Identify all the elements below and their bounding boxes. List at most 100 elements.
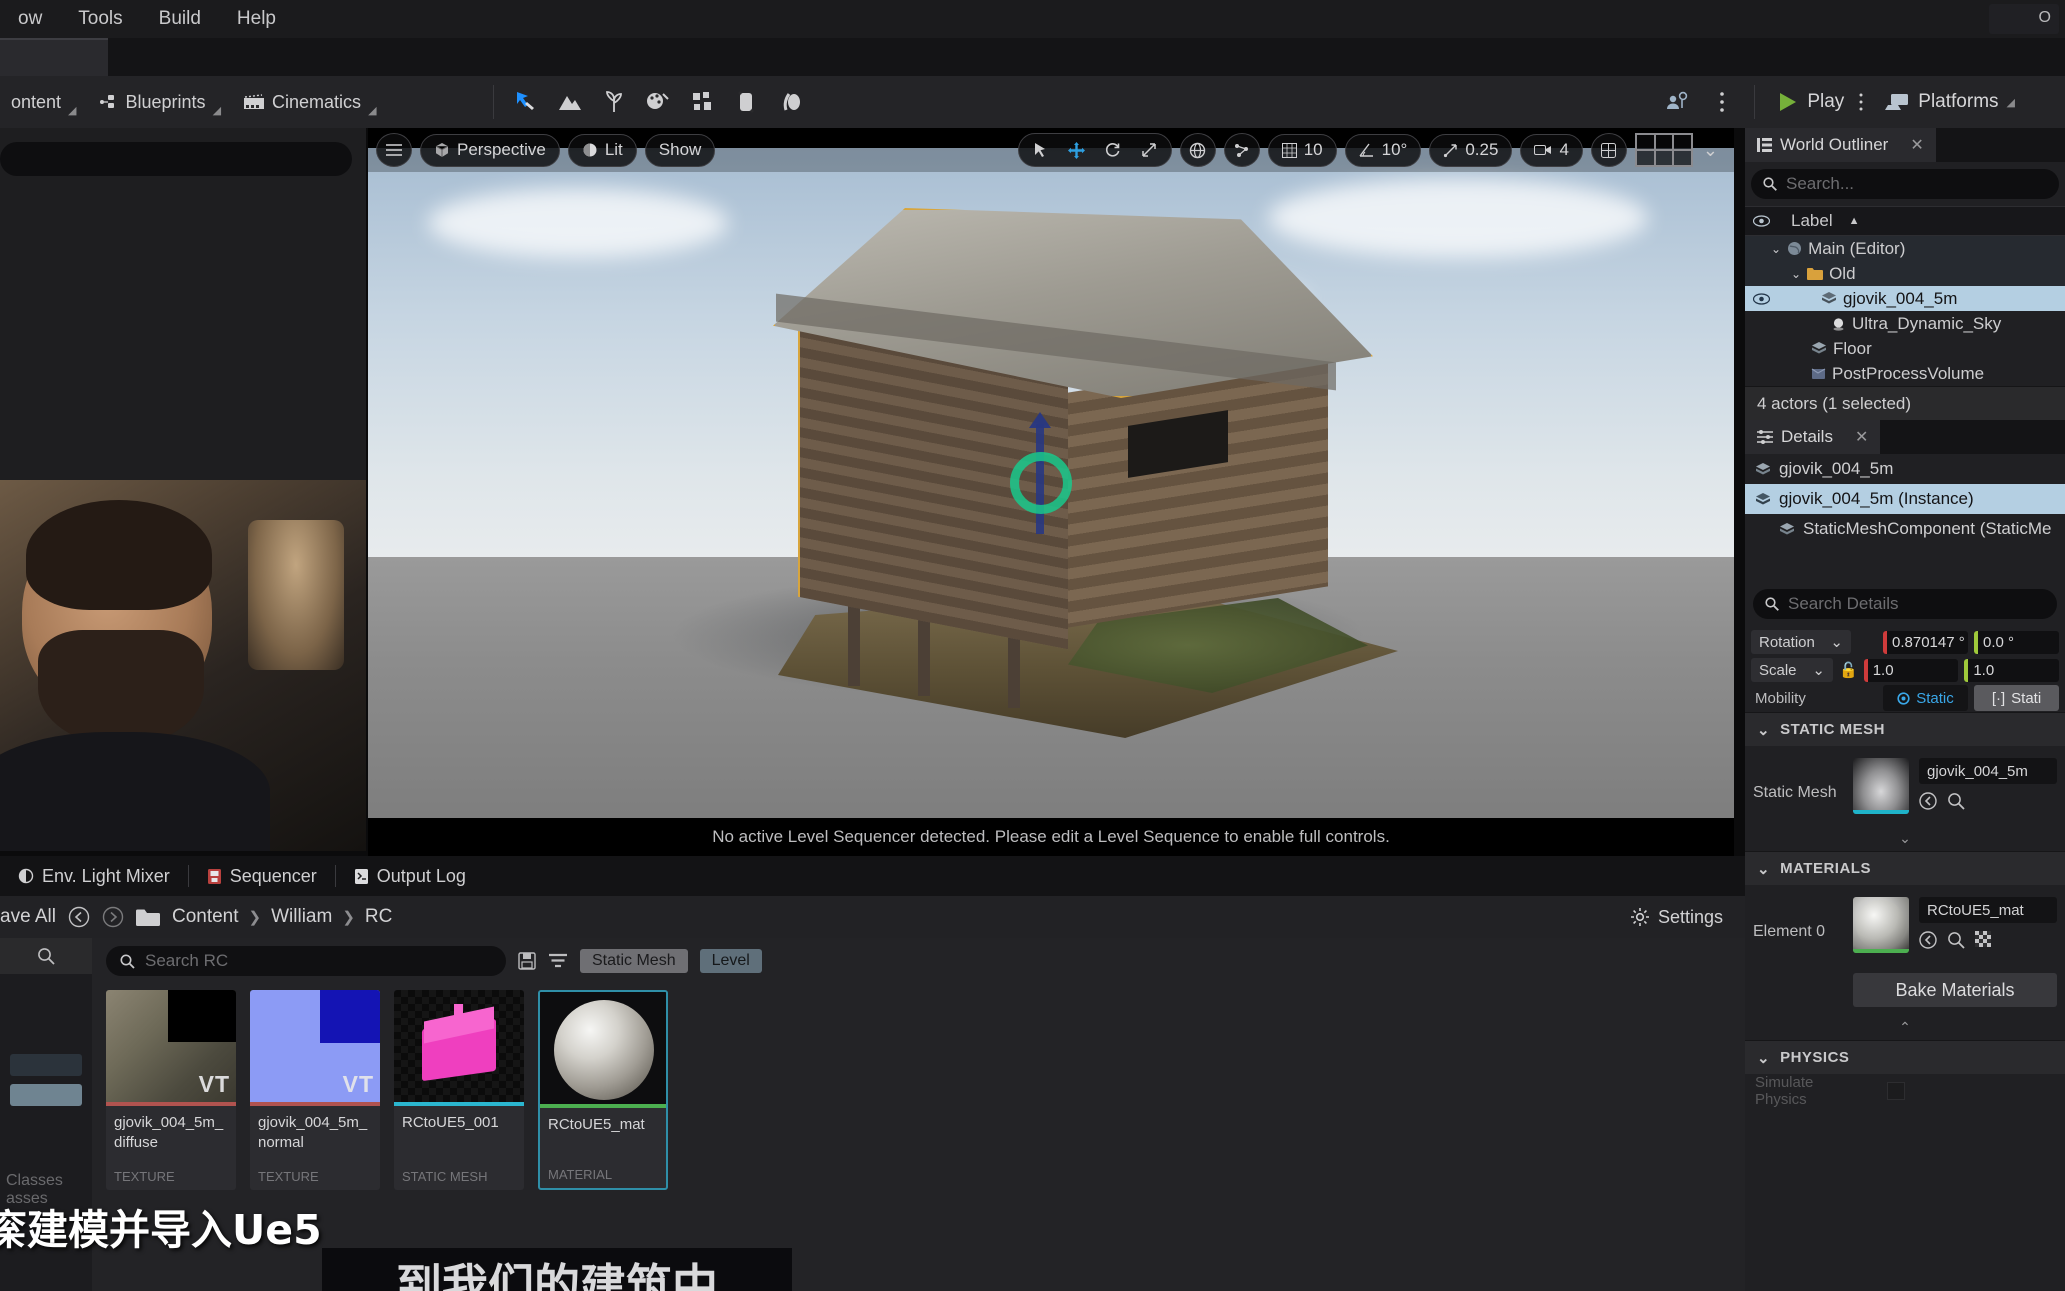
play-button[interactable]: Play [1765, 90, 1874, 114]
materials-collapse-icon[interactable]: ⌃ [1745, 1015, 2065, 1040]
outliner-row-ultra-dynamic-sky[interactable]: Ultra_Dynamic_Sky [1745, 311, 2065, 336]
angle-snap-value[interactable]: 10° [1344, 133, 1422, 167]
filter-chip-static-mesh[interactable]: Static Mesh [580, 949, 688, 973]
sidebar-search-icon[interactable] [0, 938, 92, 974]
scale-x-field[interactable]: 1.0 [1863, 658, 1959, 682]
toolbar-blueprints-button[interactable]: Blueprints ◢ [88, 83, 233, 121]
play-options-icon[interactable] [1858, 92, 1864, 112]
scale-tool-icon[interactable] [1133, 136, 1165, 164]
section-materials[interactable]: ⌄ MATERIALS [1745, 851, 2065, 885]
scale-dropdown[interactable]: Scale ⌄ [1751, 658, 1833, 682]
content-browser-search-input[interactable]: Search RC [106, 946, 506, 976]
sidebar-tree-row[interactable] [10, 1054, 82, 1076]
camera-speed-value[interactable]: 4 [1520, 133, 1583, 167]
select-tool-icon[interactable] [1025, 136, 1057, 164]
save-all-button[interactable]: ave All [0, 906, 56, 928]
show-flags-dropdown[interactable]: Show [644, 133, 716, 167]
status-sequencer[interactable]: Sequencer [189, 866, 335, 887]
menu-item-tools[interactable]: Tools [60, 0, 140, 38]
checker-icon[interactable] [1975, 931, 1991, 949]
maximize-icon[interactable] [1634, 133, 1693, 167]
filter-icon[interactable] [548, 952, 568, 970]
section-static-mesh[interactable]: ⌄ STATIC MESH [1745, 712, 2065, 746]
simulate-physics-checkbox[interactable] [1887, 1082, 1905, 1100]
breadcrumb-rc[interactable]: RC [365, 906, 392, 928]
asset-tile-diffuse[interactable]: VT gjovik_004_5m_ diffuse TEXTURE [106, 990, 236, 1190]
details-tree-instance[interactable]: gjovik_004_5m (Instance) [1745, 484, 2065, 514]
move-tool-icon[interactable] [1061, 136, 1093, 164]
select-mode-icon[interactable] [504, 80, 548, 124]
surface-snap-icon[interactable] [1223, 133, 1260, 167]
menu-item-build[interactable]: Build [141, 0, 219, 38]
status-output-log[interactable]: Output Log [336, 866, 484, 887]
material-asset-name[interactable]: RCtoUE5_mat [1919, 897, 2057, 923]
multi-user-icon[interactable] [1656, 80, 1700, 124]
unlock-icon[interactable]: 🔓 [1839, 661, 1858, 679]
overflow-menu-icon[interactable] [1700, 80, 1744, 124]
toolbar-cinematics-button[interactable]: Cinematics ◢ [232, 83, 388, 121]
tab-level-editor[interactable] [0, 38, 108, 76]
close-icon[interactable]: ✕ [1910, 135, 1923, 155]
browse-back-icon[interactable] [1919, 931, 1937, 949]
rotate-tool-icon[interactable] [1097, 136, 1129, 164]
details-tree-component[interactable]: StaticMeshComponent (StaticMe [1745, 514, 2065, 544]
search-icon[interactable] [1947, 931, 1965, 949]
outliner-row-old-folder[interactable]: ⌄ Old [1745, 261, 2065, 286]
status-env-light-mixer[interactable]: Env. Light Mixer [0, 866, 188, 887]
landscape-mode-icon[interactable] [548, 80, 592, 124]
filter-chip-level[interactable]: Level [699, 949, 762, 973]
asset-tile-rctoue5-001[interactable]: RCtoUE5_001 STATIC MESH [394, 990, 524, 1190]
sort-ascending-icon[interactable]: ▲ [1849, 215, 1860, 227]
platforms-button[interactable]: Platforms ◢ [1874, 91, 2025, 113]
scale-snap-value[interactable]: 0.25 [1429, 133, 1513, 167]
outliner-row-floor[interactable]: Floor [1745, 336, 2065, 361]
static-mesh-expand-more-icon[interactable]: ⌄ [1745, 826, 2065, 851]
mobility-static-button[interactable]: Static [1883, 685, 1968, 711]
fracture-mode-icon[interactable] [680, 80, 724, 124]
mobility-stationary-button[interactable]: [·] Stati [1974, 685, 2059, 711]
breadcrumb-william[interactable]: William [271, 906, 332, 928]
tab-details[interactable]: Details ✕ [1745, 420, 1881, 454]
animation-mode-icon[interactable] [768, 80, 812, 124]
section-physics[interactable]: ⌄ PHYSICS [1745, 1040, 2065, 1074]
asset-tile-normal[interactable]: VT gjovik_004_5m_ normal TEXTURE [250, 990, 380, 1190]
bake-materials-button[interactable]: Bake Materials [1853, 973, 2057, 1007]
material-sphere-thumbnail[interactable] [1853, 897, 1909, 953]
transform-gizmo-ring[interactable] [1010, 452, 1072, 514]
foliage-mode-icon[interactable] [592, 80, 636, 124]
details-search-input[interactable]: Search Details [1753, 589, 2057, 619]
search-icon[interactable] [1947, 792, 1965, 810]
outliner-row-main-editor[interactable]: ⌄ Main (Editor) [1745, 236, 2065, 261]
outliner-row-gjovik[interactable]: gjovik_004_5m [1745, 286, 2065, 311]
level-viewport[interactable]: Perspective Lit Show 10 10° 0.25 4 ⌄ No … [368, 128, 1734, 856]
rotation-y-field[interactable]: 0.0 ° [1974, 630, 2059, 654]
tab-world-outliner[interactable]: World Outliner ✕ [1745, 128, 1936, 162]
content-browser-settings-button[interactable]: Settings [1630, 907, 1723, 928]
expand-chevron-icon[interactable]: ⌄ [1771, 242, 1781, 256]
eye-icon[interactable] [1753, 292, 1775, 305]
menu-item-help[interactable]: Help [219, 0, 294, 38]
nav-back-icon[interactable] [68, 906, 90, 928]
brush-edit-icon[interactable] [724, 80, 768, 124]
window-control-button[interactable]: O [1989, 4, 2059, 34]
details-tree-actor[interactable]: gjovik_004_5m [1745, 454, 2065, 484]
save-icon[interactable] [518, 952, 536, 970]
viewport-layout-icon[interactable] [1590, 133, 1627, 167]
world-coordinate-icon[interactable] [1179, 133, 1216, 167]
close-icon[interactable]: ✕ [1855, 427, 1868, 447]
gjovik-house-mesh[interactable] [768, 188, 1398, 738]
menu-item-window[interactable]: ow [0, 0, 60, 38]
chevron-down-icon[interactable]: ⌄ [1701, 140, 1726, 161]
outliner-row-postprocessvolume[interactable]: PostProcessVolume [1745, 361, 2065, 386]
sidebar-label-classes[interactable]: Classes [0, 1172, 92, 1190]
sidebar-tree-row-selected[interactable] [10, 1084, 82, 1106]
scale-y-field[interactable]: 1.0 [1964, 658, 2059, 682]
left-panel-search-input[interactable] [0, 142, 352, 176]
nav-forward-icon[interactable] [102, 906, 124, 928]
outliner-label-column[interactable]: Label [1791, 211, 1833, 231]
static-mesh-asset-name[interactable]: gjovik_004_5m [1919, 758, 2057, 784]
rotation-dropdown[interactable]: Rotation ⌄ [1751, 630, 1851, 654]
expand-chevron-icon[interactable]: ⌄ [1791, 267, 1801, 281]
perspective-dropdown[interactable]: Perspective [420, 133, 560, 167]
grid-snap-value[interactable]: 10 [1267, 133, 1337, 167]
